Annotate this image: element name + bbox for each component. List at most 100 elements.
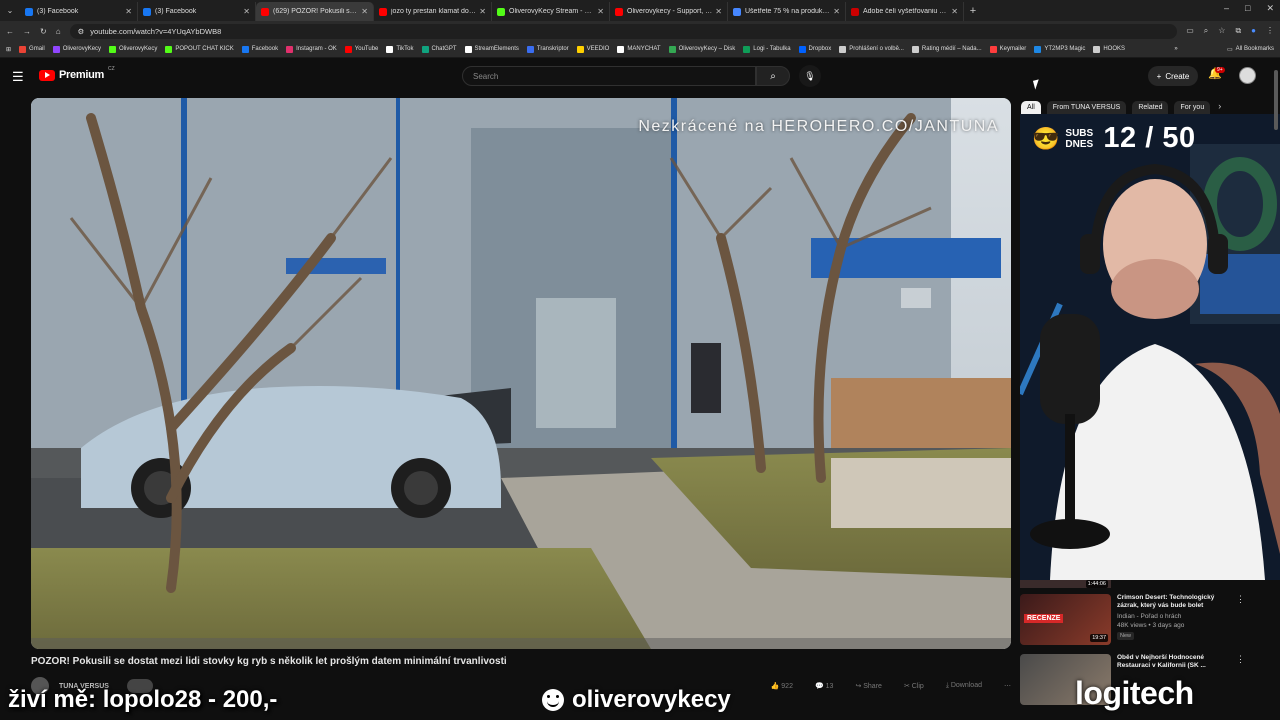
download-label: Download bbox=[950, 682, 982, 689]
tab-close-icon[interactable]: ✕ bbox=[479, 7, 486, 16]
bookmark-item[interactable]: ChatGPT bbox=[421, 45, 457, 53]
rec-channel[interactable]: Indian - Pořad o hrách bbox=[1117, 613, 1230, 620]
tab-favicon-icon bbox=[143, 7, 151, 16]
zoom-icon[interactable]: ⌕ bbox=[1204, 26, 1208, 36]
bookmark-favicon-icon bbox=[52, 45, 60, 53]
bookmark-favicon-icon bbox=[386, 45, 394, 53]
bookmark-item[interactable]: TikTok bbox=[386, 45, 414, 53]
download-button[interactable]: ⤓ Download bbox=[946, 682, 982, 690]
bookmark-item[interactable]: StreamElements bbox=[464, 45, 519, 53]
bookmark-item[interactable]: YT2MP3 Magic bbox=[1034, 45, 1085, 53]
logo-region: CZ bbox=[107, 66, 115, 72]
bookmark-item[interactable]: Keymailer bbox=[989, 45, 1026, 53]
bookmark-item[interactable]: VEEDIO bbox=[576, 45, 609, 53]
bookmark-item[interactable]: Instagram - OK bbox=[286, 45, 337, 53]
rec-new-badge: New bbox=[1117, 632, 1135, 640]
bookmark-favicon-icon bbox=[19, 45, 27, 53]
tab-search-icon[interactable]: ⌄ bbox=[0, 0, 20, 21]
bookmark-item[interactable]: OliverovyKecy bbox=[109, 45, 157, 53]
reload-icon[interactable]: ↻ bbox=[40, 27, 47, 36]
browser-tab[interactable]: (3) Facebook ✕ bbox=[138, 2, 256, 21]
all-bookmarks-button[interactable]: ▭ All Bookmarks bbox=[1227, 46, 1274, 53]
bookmark-label: POPOUT CHAT KICK bbox=[175, 46, 234, 52]
extensions-icon[interactable]: ⧉ bbox=[1235, 26, 1241, 36]
maximize-icon[interactable]: □ bbox=[1245, 3, 1250, 14]
browser-tab[interactable]: (3) Facebook ✕ bbox=[20, 2, 138, 21]
bookmark-item[interactable]: Prohlášení o volbě... bbox=[839, 45, 904, 53]
tab-close-icon[interactable]: ✕ bbox=[833, 7, 840, 16]
like-button[interactable]: 👍 922 bbox=[771, 682, 793, 690]
rec-title[interactable]: Crimson Desert: Technologický zázrak, kt… bbox=[1117, 594, 1230, 610]
tab-close-icon[interactable]: ✕ bbox=[951, 7, 958, 16]
bookmark-item[interactable]: HOOKS bbox=[1093, 45, 1125, 53]
browser-tab[interactable]: (629) POZOR! Pokusili se d... ✕ bbox=[256, 2, 374, 21]
tab-close-icon[interactable]: ✕ bbox=[243, 7, 250, 16]
bookmark-label: Gmail bbox=[29, 46, 45, 52]
prev-rec-thumbnail[interactable]: 1:44:06 bbox=[1020, 580, 1111, 588]
tab-close-icon[interactable]: ✕ bbox=[597, 7, 604, 16]
bookmark-item[interactable]: MANYCHAT bbox=[617, 45, 661, 53]
tab-close-icon[interactable]: ✕ bbox=[715, 7, 722, 16]
profile-icon[interactable]: ● bbox=[1251, 26, 1256, 36]
voice-search-button[interactable]: 🎙 bbox=[799, 65, 821, 87]
bookmark-item[interactable]: Rating médií – Nada... bbox=[911, 45, 982, 53]
url-input[interactable]: ⚙ youtube.com/watch?v=4YUqAYbDWB8 bbox=[69, 23, 1178, 39]
recommendation-item[interactable]: RECENZE 19:37 Crimson Desert: Technologi… bbox=[1020, 594, 1245, 645]
bookmark-item[interactable]: OliverovyKecy – Disk bbox=[668, 45, 735, 53]
hamburger-menu-icon[interactable]: ☰ bbox=[12, 69, 24, 85]
browser-tab[interactable]: Oliverovykecy - Support, Tips &...✕ bbox=[610, 2, 728, 21]
tab-favicon-icon bbox=[379, 7, 387, 16]
menu-dots-icon[interactable]: ⋮ bbox=[1266, 26, 1274, 36]
webcam-overlay: 😎 SUBS DNES 12 / 50 bbox=[1020, 114, 1280, 580]
browser-tab[interactable]: OliverovyKecy Stream - Watch L...✕ bbox=[492, 2, 610, 21]
browser-tab[interactable]: jozo ty prestan klamat do telky ✕ bbox=[374, 2, 492, 21]
tab-close-icon[interactable]: ✕ bbox=[361, 7, 368, 16]
new-tab-button[interactable]: + bbox=[964, 5, 982, 17]
page-scrollbar[interactable] bbox=[1273, 60, 1279, 710]
back-icon[interactable]: ← bbox=[6, 27, 14, 36]
scrollbar-thumb[interactable] bbox=[1274, 70, 1278, 130]
site-info-icon[interactable]: ⚙ bbox=[78, 27, 85, 36]
bookmark-item[interactable]: OliverovyKecy bbox=[52, 45, 101, 53]
bookmark-item[interactable]: Transkriptor bbox=[526, 45, 569, 53]
bookmark-item[interactable]: Gmail bbox=[19, 45, 45, 53]
rec-thumbnail[interactable]: RECENZE 19:37 bbox=[1020, 594, 1111, 645]
browser-tab[interactable]: Ušetřete 75 % na produktu Nor...✕ bbox=[728, 2, 846, 21]
all-bookmarks-label: All Bookmarks bbox=[1235, 46, 1274, 52]
share-button[interactable]: ↪ Share bbox=[855, 682, 882, 690]
browser-tab[interactable]: Adobe čelí vyšetřovaniu v Britá...✕ bbox=[846, 2, 964, 21]
scissors-icon: ✂ bbox=[903, 683, 912, 690]
video-frame bbox=[31, 98, 1011, 649]
rec-title[interactable]: Oběd v Nejhorší Hodnocené Restauraci v K… bbox=[1117, 654, 1230, 670]
tab-close-icon[interactable]: ✕ bbox=[125, 7, 132, 16]
clip-button[interactable]: ✂ Clip bbox=[904, 682, 924, 690]
search-input[interactable]: Search bbox=[462, 66, 756, 86]
account-avatar[interactable] bbox=[1239, 67, 1256, 84]
rec-more-icon[interactable]: ⋮ bbox=[1236, 654, 1245, 705]
bookmark-item[interactable]: Facebook bbox=[241, 45, 278, 53]
bookmark-favicon-icon bbox=[241, 45, 249, 53]
bookmark-star-icon[interactable]: ☆ bbox=[1218, 26, 1225, 36]
search-button[interactable]: ⌕ bbox=[756, 66, 790, 86]
close-window-icon[interactable]: ✕ bbox=[1266, 3, 1274, 14]
video-player[interactable]: Nezkrácené na HEROHERO.CO/JANTUNA bbox=[31, 98, 1011, 649]
minimize-icon[interactable]: – bbox=[1224, 3, 1229, 14]
bookmarks-overflow-icon[interactable]: » bbox=[1174, 46, 1177, 52]
forward-icon[interactable]: → bbox=[23, 27, 31, 36]
apps-grid-icon[interactable]: ⊞ bbox=[6, 46, 11, 53]
more-actions-icon[interactable]: ⋯ bbox=[1004, 682, 1011, 690]
comments-button[interactable]: 💬 13 bbox=[815, 682, 833, 690]
youtube-premium-logo[interactable]: Premium CZ bbox=[39, 66, 115, 81]
search-icon: ⌕ bbox=[770, 70, 776, 82]
bookmark-item[interactable]: Dropbox bbox=[798, 45, 831, 53]
bookmark-item[interactable]: POPOUT CHAT KICK bbox=[165, 45, 234, 53]
bookmark-item[interactable]: YouTube bbox=[344, 45, 378, 53]
bookmark-favicon-icon bbox=[989, 45, 997, 53]
tab-favicon-icon bbox=[25, 7, 33, 16]
home-icon[interactable]: ⌂ bbox=[56, 27, 61, 36]
create-button[interactable]: + Create bbox=[1148, 66, 1198, 86]
cast-icon[interactable]: ▭ bbox=[1186, 26, 1194, 36]
rec-more-icon[interactable]: ⋮ bbox=[1236, 594, 1245, 645]
bookmark-item[interactable]: Logi - Tabulka bbox=[743, 45, 791, 53]
mic-icon: 🎙 bbox=[804, 70, 816, 81]
